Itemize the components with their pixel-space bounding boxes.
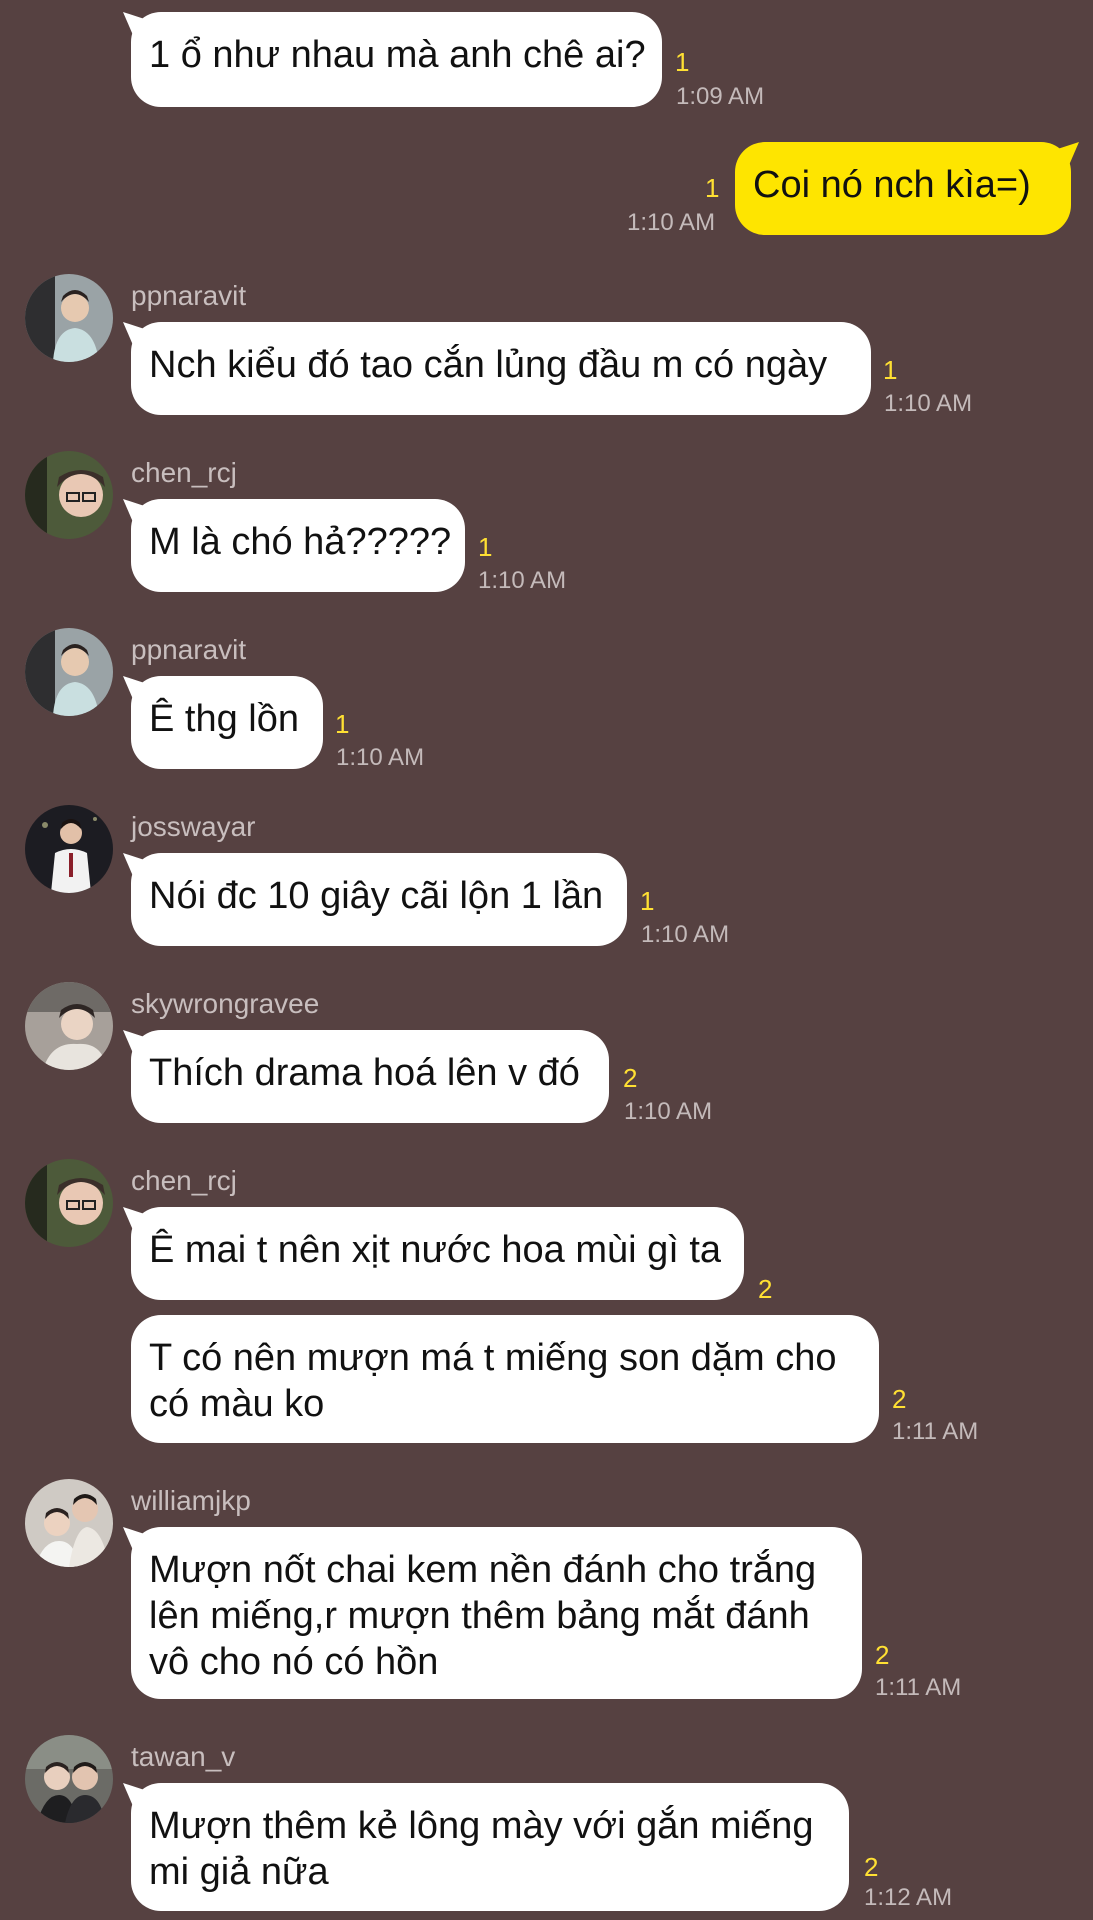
message-bubble[interactable]: 1 ổ như nhau mà anh chê ai?: [131, 12, 662, 107]
message-text-line: Mượn nốt chai kem nền đánh cho trắng: [149, 1549, 817, 1591]
message-bubble[interactable]: Mượn thêm kẻ lông mày với gắn miếng mi g…: [131, 1783, 849, 1911]
message-time: 1:11 AM: [892, 1418, 979, 1445]
sender-name: chen_rcj: [131, 457, 237, 488]
message-bubble[interactable]: Nói đc 10 giây cãi lộn 1 lần: [131, 853, 627, 946]
message-time: 1:09 AM: [676, 83, 765, 110]
unread-count: 1: [640, 886, 655, 916]
unread-count: 1: [705, 173, 720, 203]
message-text: Ê thg lồn: [149, 698, 299, 740]
my-message-bubble[interactable]: Coi nó nch kìa=): [735, 142, 1071, 235]
message-text-line: có màu ko: [149, 1383, 325, 1425]
sender-name: tawan_v: [131, 1741, 236, 1772]
message-text-line: mi giả nữa: [149, 1851, 329, 1893]
avatar[interactable]: [25, 1159, 113, 1247]
message-text: Thích drama hoá lên v đó: [149, 1052, 580, 1094]
avatar-photo-icon: [25, 982, 113, 1070]
unread-count: 2: [623, 1063, 638, 1093]
sender-name: josswayar: [131, 811, 256, 842]
unread-count: 2: [758, 1274, 773, 1304]
sender-name: williamjkp: [131, 1485, 251, 1516]
avatar-photo-icon: [25, 628, 113, 716]
avatar-photo-icon: [25, 1479, 113, 1567]
message-text: M là chó hả?????: [149, 521, 452, 563]
message-bubble[interactable]: M là chó hả?????: [131, 499, 465, 592]
message-text: Nói đc 10 giây cãi lộn 1 lần: [149, 875, 604, 917]
message-time: 1:10 AM: [627, 209, 716, 236]
message-bubble[interactable]: Mượn nốt chai kem nền đánh cho trắng lên…: [131, 1527, 862, 1699]
avatar[interactable]: [25, 274, 113, 362]
avatar[interactable]: [25, 805, 113, 893]
message-text: Coi nó nch kìa=): [753, 164, 1031, 206]
message-time: 1:11 AM: [875, 1674, 962, 1701]
sender-name: chen_rcj: [131, 1165, 237, 1196]
unread-count: 1: [883, 355, 898, 385]
message-time: 1:10 AM: [336, 744, 425, 771]
sender-name: ppnaravit: [131, 634, 247, 665]
message-time: 1:10 AM: [624, 1098, 713, 1125]
unread-count: 2: [892, 1384, 907, 1414]
avatar-photo-icon: [25, 274, 113, 362]
avatar[interactable]: [25, 1479, 113, 1567]
message-time: 1:12 AM: [864, 1884, 953, 1911]
avatar-photo-icon: [25, 1159, 113, 1247]
avatar-photo-icon: [25, 1735, 113, 1823]
unread-count: 2: [875, 1640, 890, 1670]
message-time: 1:10 AM: [478, 567, 567, 594]
avatar[interactable]: [25, 982, 113, 1070]
chat-message-list[interactable]: 1 ổ như nhau mà anh chê ai? 1 1:09 AM Co…: [0, 0, 1093, 1920]
unread-count: 1: [335, 709, 350, 739]
avatar[interactable]: [25, 451, 113, 539]
message-text: Ê mai t nên xịt nước hoa mùi gì ta: [149, 1229, 722, 1271]
sender-name: skywrongravee: [131, 988, 320, 1019]
sender-name: ppnaravit: [131, 280, 247, 311]
message-text-line: vô cho nó có hồn: [149, 1641, 439, 1683]
unread-count: 1: [675, 47, 690, 77]
message-text-line: lên miếng,r mượn thêm bảng mắt đánh: [149, 1595, 810, 1637]
message-text: Nch kiểu đó tao cắn lủng đầu m có ngày: [149, 344, 828, 386]
message-text-line: T có nên mượn má t miếng son dặm cho: [149, 1337, 837, 1379]
unread-count: 2: [864, 1852, 879, 1882]
message-bubble[interactable]: Thích drama hoá lên v đó: [131, 1030, 609, 1123]
message-bubble[interactable]: Ê thg lồn: [131, 676, 323, 769]
message-bubble[interactable]: Ê mai t nên xịt nước hoa mùi gì ta: [131, 1207, 744, 1300]
message-bubble[interactable]: T có nên mượn má t miếng son dặm cho có …: [131, 1315, 879, 1443]
avatar[interactable]: [25, 628, 113, 716]
message-time: 1:10 AM: [641, 921, 730, 948]
avatar[interactable]: [25, 1735, 113, 1823]
message-text-line: Mượn thêm kẻ lông mày với gắn miếng: [149, 1805, 814, 1847]
message-bubble[interactable]: Nch kiểu đó tao cắn lủng đầu m có ngày: [131, 322, 871, 415]
avatar-photo-icon: [25, 451, 113, 539]
unread-count: 1: [478, 532, 493, 562]
message-time: 1:10 AM: [884, 390, 973, 417]
message-text: 1 ổ như nhau mà anh chê ai?: [149, 34, 646, 76]
avatar-photo-icon: [25, 805, 113, 893]
